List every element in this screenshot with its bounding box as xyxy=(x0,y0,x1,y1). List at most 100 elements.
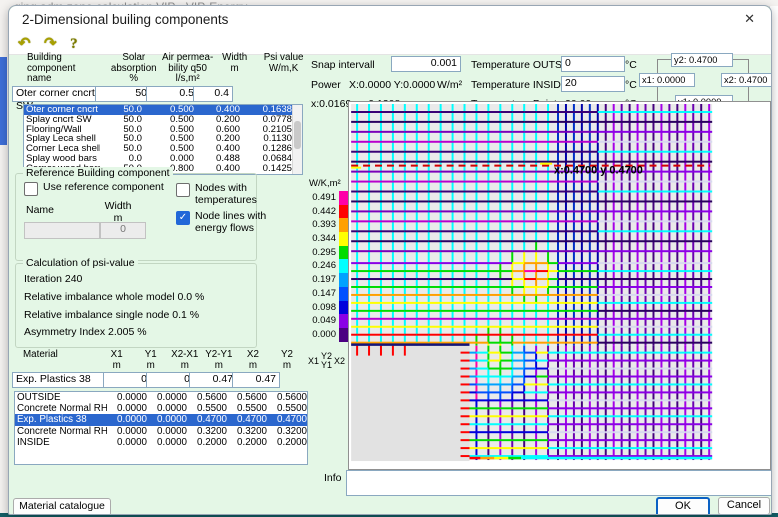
dialog-title: 2-Dimensional builing components xyxy=(22,12,228,27)
use-reference-checkbox[interactable]: Use reference component xyxy=(24,182,164,196)
corner-y1: Y1 xyxy=(321,361,332,370)
table-row[interactable]: Flooring/Wall50.00.5000.6000.2105 xyxy=(24,125,302,135)
imbalance-single-label: Relative imbalance single node 0.1 % xyxy=(24,309,199,321)
table-cell: 0.0684 xyxy=(240,154,292,164)
table-cell: 50.0 xyxy=(100,115,142,125)
table-row[interactable]: Splay cncrt SW50.00.5000.2000.0778 xyxy=(24,115,302,125)
power-value: X:0.0000 Y:0.0000 xyxy=(349,79,435,91)
undo-icon[interactable]: ↶ xyxy=(18,34,31,52)
table-cell: 0.4700 xyxy=(187,414,227,425)
checkbox-box[interactable] xyxy=(176,183,190,197)
material-name-input[interactable]: Exp. Plastics 38 xyxy=(12,372,108,388)
checkbox-box[interactable] xyxy=(24,182,38,196)
table-cell: 0.500 xyxy=(142,105,194,115)
header-x1: X1 m xyxy=(100,350,134,371)
table-cell: Flooring/Wall xyxy=(24,125,100,135)
node-lines-energy-flows-checkbox[interactable]: ✓ Node lines with energy flows xyxy=(176,211,266,234)
material-dy-input[interactable]: 0.47 xyxy=(232,372,280,388)
reference-name-input[interactable] xyxy=(24,222,100,239)
table-row[interactable]: Concrete Normal RH0.00000.00000.32000.32… xyxy=(15,426,307,437)
heat-flow-plot[interactable]: x:0.4700 y 0.4700 xyxy=(348,101,771,470)
header-material: Material xyxy=(15,350,100,371)
calculation-groupbox: Calculation of psi-value Iteration 240 R… xyxy=(15,263,257,348)
close-icon[interactable]: ✕ xyxy=(744,11,755,27)
table-row[interactable]: INSIDE0.00000.00000.20000.20000.20000.20… xyxy=(15,437,307,448)
table-cell: 0.0000 xyxy=(147,392,187,403)
info-input[interactable] xyxy=(346,470,772,496)
legend-value: 0.000 xyxy=(305,328,336,342)
table-cell: 0.500 xyxy=(142,125,194,135)
material-catalogue-button[interactable]: Material catalogue xyxy=(13,498,111,515)
scrollbar-thumb[interactable] xyxy=(294,121,301,149)
corner-x1: X1 xyxy=(308,356,319,366)
reference-name-label: Name xyxy=(26,204,54,216)
header-building-component-name: Building component name xyxy=(21,53,107,85)
component-list-scrollbar[interactable] xyxy=(292,105,302,174)
component-name-input[interactable]: Oter corner cncrt SW xyxy=(12,86,100,102)
x1-field[interactable]: x1: 0.0000 xyxy=(639,73,695,87)
table-cell: Oter corner cncrt SW xyxy=(24,105,100,115)
table-row[interactable]: Corner Leca shell50.00.5000.4000.1286 xyxy=(24,144,302,154)
asymmetry-label: Asymmetry Index 2.005 % xyxy=(24,326,147,338)
legend-value: 0.393 xyxy=(305,218,336,232)
temperature-outside-input[interactable]: 0 xyxy=(561,56,625,72)
redo-icon[interactable]: ↷ xyxy=(44,34,57,52)
table-cell: 0.4700 xyxy=(227,414,267,425)
y2-field[interactable]: y2: 0.4700 xyxy=(671,53,733,67)
component-solar-input[interactable]: 50 xyxy=(95,86,151,102)
header-y2: Y2 m xyxy=(270,350,304,371)
table-cell: 50.0 xyxy=(100,105,142,115)
table-cell: 0.0000 xyxy=(147,426,187,437)
component-q50-input[interactable]: 0.5 xyxy=(146,86,198,102)
table-cell: 0.3200 xyxy=(227,426,267,437)
table-row[interactable]: OUTSIDE0.00000.00000.56000.56000.56000.5… xyxy=(15,392,307,403)
header-y1: Y1 m xyxy=(134,350,168,371)
material-list[interactable]: OUTSIDE0.00000.00000.56000.56000.56000.5… xyxy=(14,391,308,465)
ok-button[interactable]: OK xyxy=(656,497,710,515)
legend-value: 0.295 xyxy=(305,246,336,260)
material-x1-input[interactable]: 0 xyxy=(103,372,151,388)
svg-text:x:0.4700 y 0.4700: x:0.4700 y 0.4700 xyxy=(554,165,643,177)
table-cell: Concrete Normal RH xyxy=(15,403,107,414)
header-psi-value: Psi value W/m,K xyxy=(254,53,313,85)
table-cell: 0.5600 xyxy=(187,392,227,403)
table-cell: 0.5500 xyxy=(307,403,308,414)
nodes-with-temperatures-checkbox[interactable]: Nodes with temperatures xyxy=(176,183,257,206)
dialog-titlebar[interactable]: 2-Dimensional builing components ✕ xyxy=(9,6,771,33)
checkbox-box-checked[interactable]: ✓ xyxy=(176,211,190,225)
table-row[interactable]: Exp. Plastics 380.00000.00000.47000.4700… xyxy=(15,414,307,425)
component-width-input[interactable]: 0.4 xyxy=(193,86,233,102)
table-cell: 0.000 xyxy=(142,154,194,164)
x2-field[interactable]: x2: 0.4700 xyxy=(721,73,772,87)
table-row[interactable]: Concrete Normal RH0.00000.00000.55000.55… xyxy=(15,403,307,414)
checkbox-label: Use reference component xyxy=(43,182,164,194)
calculation-group-label: Calculation of psi-value xyxy=(23,257,138,269)
material-y1-input[interactable]: 0 xyxy=(146,372,194,388)
table-row[interactable]: Oter corner cncrt SW50.00.5000.4000.1638 xyxy=(24,105,302,115)
legend-value: 0.344 xyxy=(305,232,336,246)
table-cell: 0.1130 xyxy=(240,134,292,144)
material-dx-input[interactable]: 0.47 xyxy=(189,372,237,388)
table-cell: 0.0000 xyxy=(147,414,187,425)
temperature-inside-label: Temperature INSIDE xyxy=(471,79,568,91)
table-cell: 0.2105 xyxy=(240,125,292,135)
table-cell: 0.0000 xyxy=(107,426,147,437)
reference-width-input[interactable]: 0 xyxy=(100,222,146,239)
temperature-inside-input[interactable]: 20 xyxy=(561,76,625,92)
table-cell: Corner Leca shell xyxy=(24,144,100,154)
reference-group-label: Reference Building component xyxy=(23,167,173,179)
table-cell: 0.2000 xyxy=(227,437,267,448)
table-row[interactable]: Splay Leca shell50.00.5000.2000.1130 xyxy=(24,134,302,144)
table-row[interactable]: Splay wood bars0.00.0000.4880.0684 xyxy=(24,154,302,164)
table-cell: 0.4700 xyxy=(307,414,308,425)
help-icon[interactable]: ? xyxy=(70,36,78,53)
table-cell: 0.5500 xyxy=(267,403,307,414)
header-width: Width m xyxy=(215,53,254,85)
component-list[interactable]: Oter corner cncrt SW50.00.5000.4000.1638… xyxy=(23,104,303,175)
imbalance-whole-label: Relative imbalance whole model 0.0 % xyxy=(24,291,204,303)
snap-interval-input[interactable]: 0.001 xyxy=(391,56,461,72)
table-cell: 0.2000 xyxy=(267,437,307,448)
table-cell: 0.0000 xyxy=(107,437,147,448)
table-cell: Splay Leca shell xyxy=(24,134,100,144)
cancel-button[interactable]: Cancel xyxy=(718,497,770,515)
